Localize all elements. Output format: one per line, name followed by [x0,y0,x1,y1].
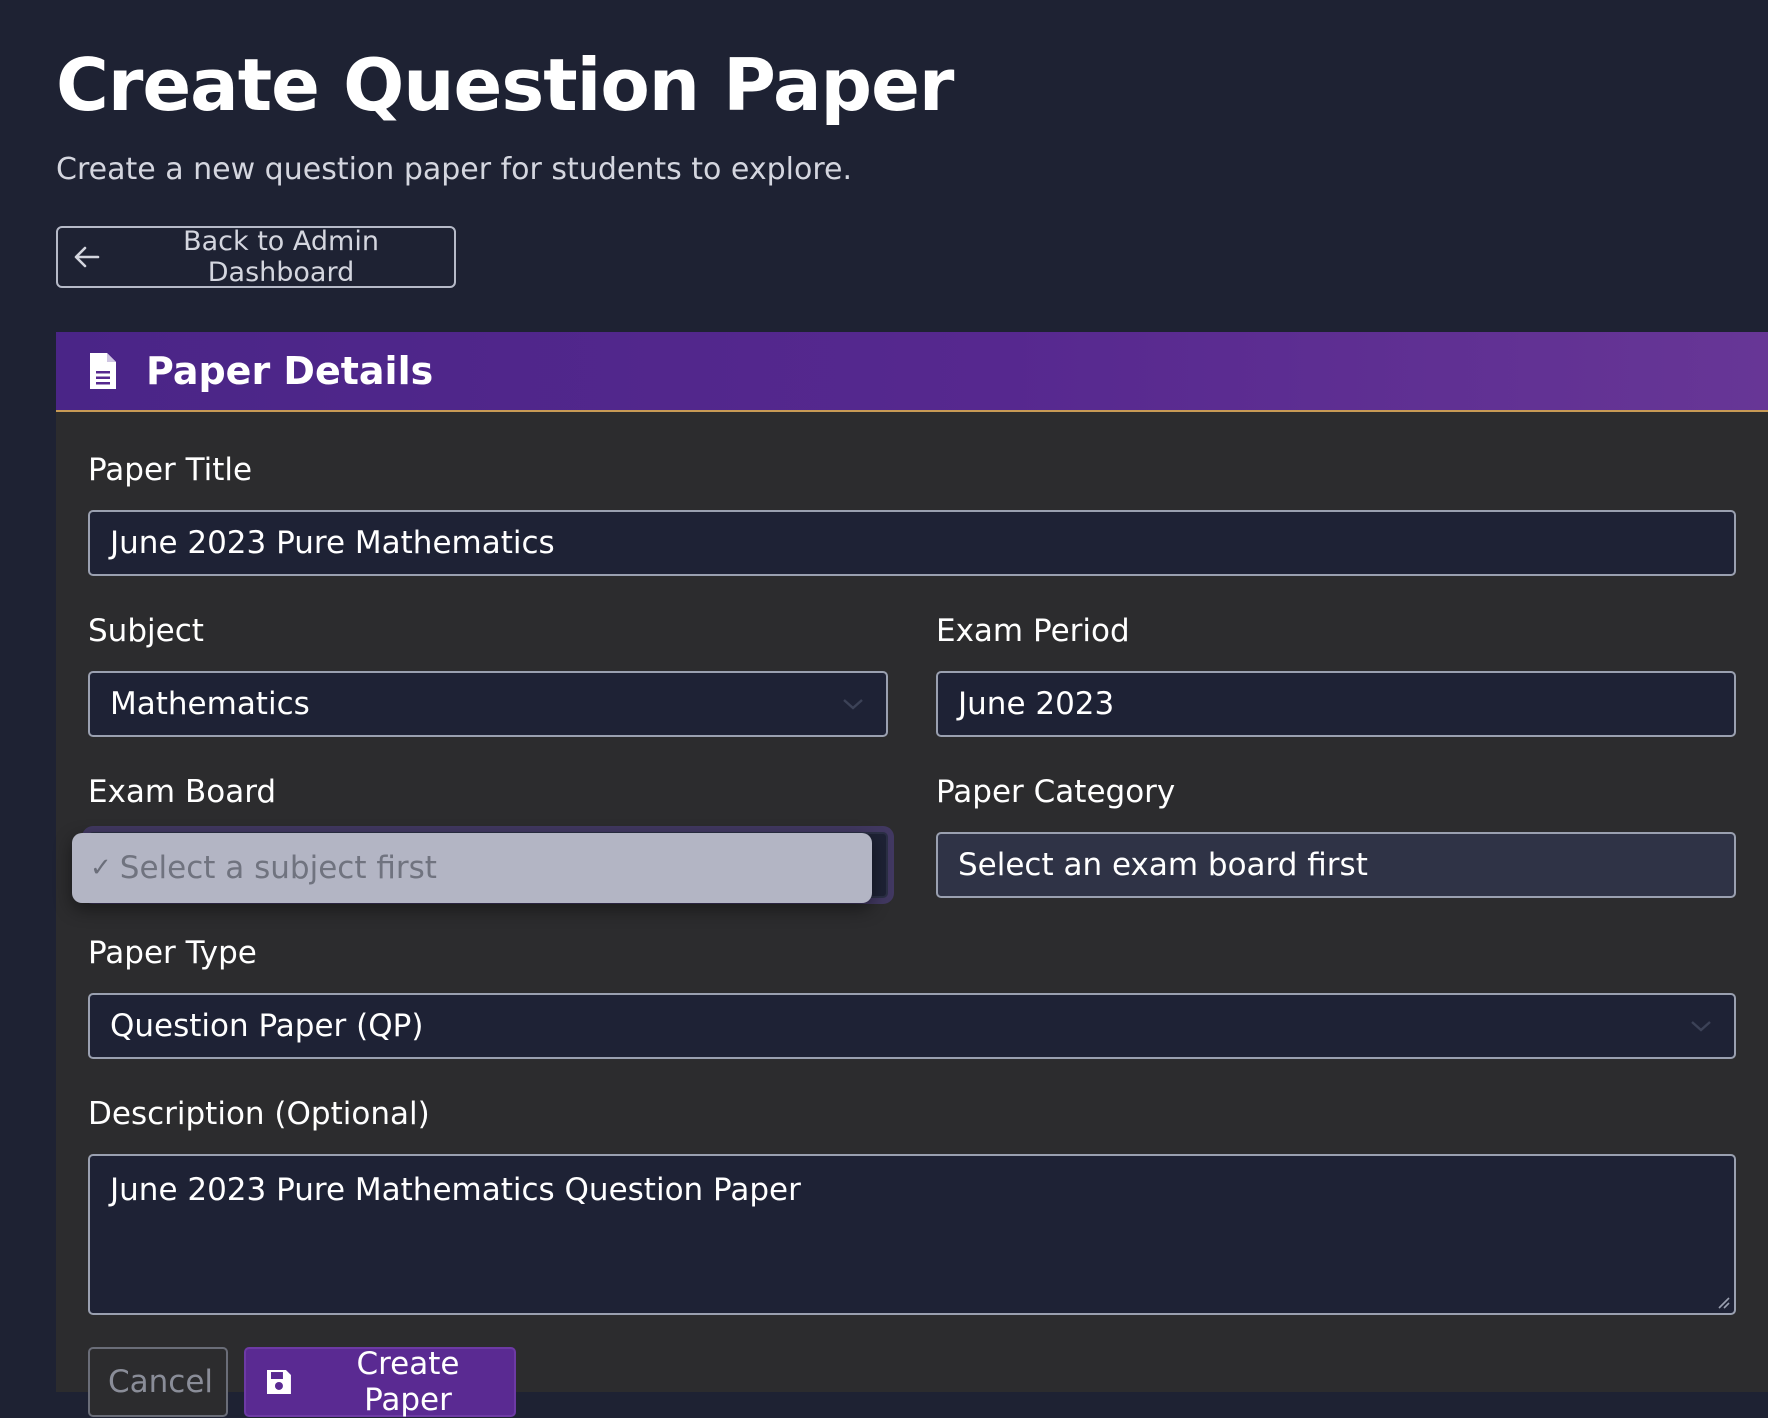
exam-period-label: Exam Period [936,613,1130,649]
paper-category-value: Select an exam board first [958,847,1368,883]
exam-board-dropdown-option[interactable]: ✓ Select a subject first [72,833,872,903]
page-title: Create Question Paper [56,43,954,127]
paper-title-input[interactable]: June 2023 Pure Mathematics [88,510,1736,576]
arrow-left-icon [74,246,100,268]
subject-select[interactable]: Mathematics [88,671,888,737]
save-icon [266,1370,291,1394]
page-subtitle: Create a new question paper for students… [56,152,852,187]
paper-title-value: June 2023 Pure Mathematics [110,525,555,561]
paper-type-label: Paper Type [88,935,257,971]
paper-category-select[interactable]: Select an exam board first [936,832,1736,898]
paper-category-label: Paper Category [936,774,1176,810]
create-paper-button[interactable]: Create Paper [244,1346,516,1418]
chevron-down-icon [1691,1021,1711,1032]
card-header: Paper Details [56,332,1768,412]
create-paper-label: Create Paper [356,1346,460,1418]
chevron-down-icon [843,699,863,710]
exam-board-option-label: Select a subject first [119,850,437,886]
back-button-label: Back to Admin Dashboard [183,226,379,288]
paper-type-value: Question Paper (QP) [110,1008,424,1044]
cancel-button[interactable]: Cancel [88,1347,228,1417]
back-to-dashboard-button[interactable]: Back to Admin Dashboard [56,226,456,288]
exam-period-input[interactable]: June 2023 [936,671,1736,737]
exam-period-value: June 2023 [958,686,1115,722]
paper-type-select[interactable]: Question Paper (QP) [88,993,1736,1059]
subject-value: Mathematics [110,686,310,722]
card-title: Paper Details [146,349,434,393]
description-label: Description (Optional) [88,1096,430,1132]
resize-handle-icon[interactable] [1716,1295,1730,1309]
description-textarea[interactable]: June 2023 Pure Mathematics Question Pape… [88,1154,1736,1315]
exam-board-label: Exam Board [88,774,277,810]
paper-title-label: Paper Title [88,452,253,488]
description-value: June 2023 Pure Mathematics Question Pape… [110,1172,801,1208]
subject-label: Subject [88,613,204,649]
file-text-icon [90,353,116,389]
checkmark-icon: ✓ [90,853,112,883]
